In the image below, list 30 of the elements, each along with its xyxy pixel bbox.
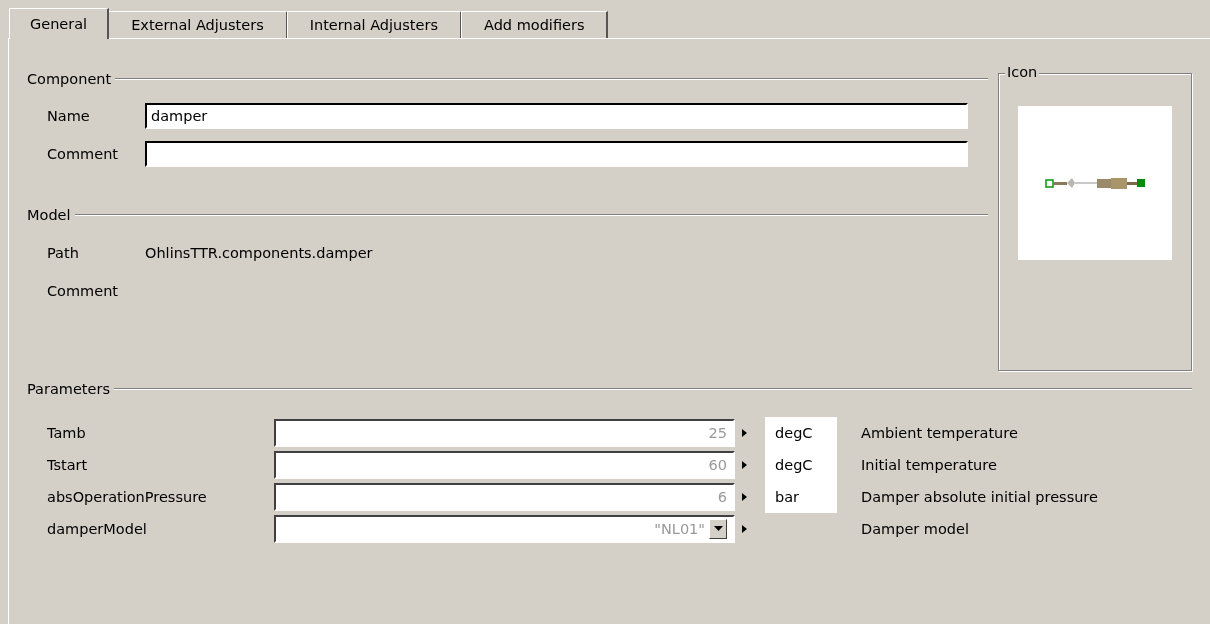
group-title: Parameters bbox=[27, 381, 110, 397]
unit-label: degC bbox=[775, 425, 813, 441]
menu-arrow-icon[interactable] bbox=[742, 525, 747, 533]
field-label: Comment bbox=[47, 146, 120, 162]
name-field[interactable]: damper bbox=[145, 103, 968, 129]
menu-arrow-icon[interactable] bbox=[742, 461, 747, 469]
tab[interactable]: General bbox=[9, 8, 110, 39]
group-title: Component bbox=[27, 71, 112, 87]
parameter-name: Tamb bbox=[47, 425, 87, 441]
path-value: OhlinsTTR.components.damper bbox=[145, 245, 373, 263]
tab[interactable]: Add modifiers bbox=[460, 11, 609, 38]
field-label: Comment bbox=[47, 283, 120, 301]
parameter-description: Damper absolute initial pressure bbox=[861, 489, 1098, 505]
parameter-description: Initial temperature bbox=[861, 457, 997, 473]
group-title: Icon bbox=[1005, 64, 1040, 80]
field-label: Path bbox=[47, 245, 80, 263]
parameter-name: damperModel bbox=[47, 521, 148, 537]
field-label: Name bbox=[47, 108, 91, 124]
menu-arrow-icon[interactable] bbox=[742, 429, 747, 437]
unit-label: bar bbox=[775, 489, 800, 505]
group-title: Model bbox=[27, 207, 71, 223]
menu-arrow-icon[interactable] bbox=[742, 493, 747, 501]
tab[interactable]: External Adjusters bbox=[108, 11, 288, 38]
tab[interactable]: Internal Adjusters bbox=[286, 11, 462, 38]
parameter-name: absOperationPressure bbox=[47, 489, 208, 505]
parameter-description: Damper model bbox=[861, 521, 970, 537]
unit-label: degC bbox=[775, 457, 813, 473]
parameter-description: Ambient temperature bbox=[861, 425, 1018, 441]
parameter-name: Tstart bbox=[47, 457, 89, 473]
comment-field[interactable] bbox=[145, 141, 968, 167]
